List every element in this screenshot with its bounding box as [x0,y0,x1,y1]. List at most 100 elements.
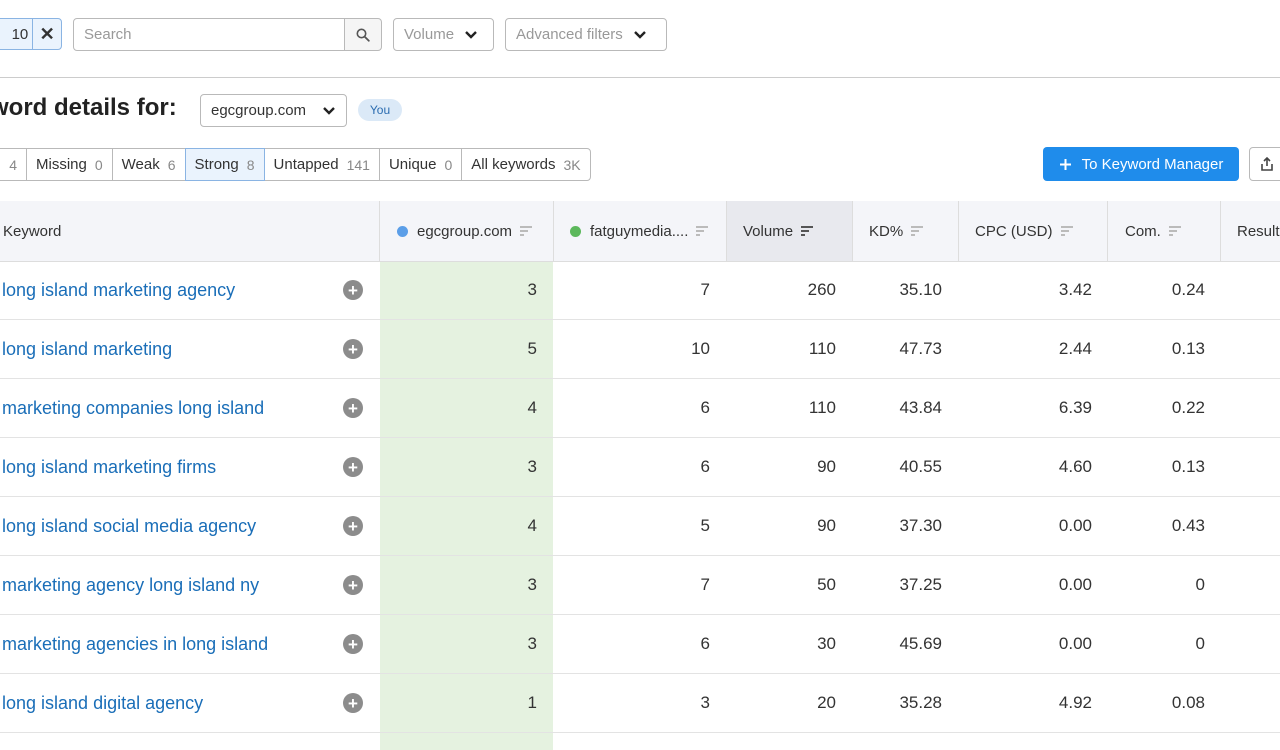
fatguy-position: 7 [700,575,710,594]
volume-value: 50 [817,575,836,594]
table-header: Keyword egcgroup.com fatguymedia.... Vol… [0,201,1280,262]
kd-value: 40.55 [899,457,942,476]
search-input[interactable]: Search [73,18,345,51]
tab-untapped[interactable]: Untapped 141 [263,148,380,181]
column-results[interactable]: Result [1220,201,1280,261]
advanced-filters-dropdown[interactable]: Advanced filters [505,18,667,51]
com-value: 0.13 [1171,457,1205,476]
column-com[interactable]: Com. [1107,201,1221,261]
tab-label: Strong [194,156,239,173]
tab-strong[interactable]: Strong 8 [184,148,265,181]
cpc-value: 6.39 [1058,398,1092,417]
you-badge: You [358,99,402,121]
sort-icon [520,226,533,236]
column-label: Keyword [3,222,62,240]
cpc-value: 4.92 [1058,693,1092,712]
tab-unique[interactable]: Unique 0 [378,148,463,181]
tab-count: 0 [444,156,453,173]
column-cpc[interactable]: CPC (USD) [958,201,1108,261]
add-keyword-icon[interactable]: + [343,280,363,300]
egc-position: 4 [527,516,537,535]
volume-dropdown-label: Volume [404,26,455,43]
sort-icon [911,226,924,236]
column-label: Result [1237,222,1280,240]
advanced-filters-label: Advanced filters [516,26,623,43]
fatguy-position: 3 [700,693,710,712]
keyword-link[interactable]: marketing agencies in long island [2,615,268,673]
column-keyword: Keyword [3,201,379,261]
sort-icon [1060,226,1073,236]
table-row: marketing companies long island + 4 6 11… [0,379,1280,438]
keyword-link[interactable]: long island marketing firms [2,438,216,496]
column-fatguy[interactable]: fatguymedia.... [553,201,727,261]
close-icon[interactable]: ✕ [32,19,61,49]
com-value: 0 [1195,634,1205,653]
column-volume[interactable]: Volume [726,201,853,261]
cpc-value: 4.60 [1058,457,1092,476]
egc-position: 3 [527,634,537,653]
com-value: 0.43 [1171,516,1205,535]
table-row: long island digital agency + 1 3 20 35.2… [0,674,1280,733]
egc-position: 3 [527,457,537,476]
kd-value: 45.69 [899,634,942,653]
cpc-value: 0.00 [1058,575,1092,594]
chevron-down-icon [633,30,646,39]
volume-dropdown[interactable]: Volume [393,18,494,51]
column-label: KD% [869,222,904,240]
tab-weak[interactable]: Weak 6 [111,148,186,181]
keyword-link[interactable]: long island marketing [2,320,172,378]
filter-chip[interactable]: 10 ✕ [0,18,62,50]
table-row: long island marketing + 5 10 110 47.73 2… [0,320,1280,379]
keyword-link[interactable]: long island marketing agency [2,261,235,319]
column-label: Com. [1125,222,1161,240]
egc-position: 3 [527,280,537,299]
tab-all-keywords[interactable]: All keywords 3K [461,148,591,181]
kd-value: 35.28 [899,693,942,712]
add-keyword-icon[interactable]: + [343,634,363,654]
add-keyword-icon[interactable]: + [343,693,363,713]
chevron-down-icon [323,106,335,115]
column-label: CPC (USD) [975,222,1053,240]
table-row: long island social media agency + 4 5 90… [0,497,1280,556]
tab-label: Missing [36,156,87,173]
egc-position: 4 [527,398,537,417]
kd-value: 47.73 [899,339,942,358]
to-keyword-manager-button[interactable]: To Keyword Manager [1043,147,1239,181]
egc-position: 5 [527,339,537,358]
search-button[interactable] [344,18,382,51]
com-value: 0.13 [1171,339,1205,358]
add-keyword-icon[interactable]: + [343,398,363,418]
keyword-link[interactable]: long island digital agency [2,674,203,732]
tab-missing[interactable]: Missing 0 [26,148,113,181]
volume-value: 110 [808,339,836,358]
keyword-link[interactable]: marketing companies long island [2,379,264,437]
tab-shared[interactable]: 4 [0,148,27,181]
sort-icon [696,226,709,236]
fatguy-position: 6 [700,398,710,417]
keyword-link[interactable]: marketing agency long island ny [2,556,259,614]
column-kd[interactable]: KD% [852,201,959,261]
volume-value: 90 [817,516,836,535]
add-keyword-icon[interactable]: + [343,339,363,359]
volume-value: 110 [808,398,836,417]
tab-count: 4 [9,156,17,173]
chevron-down-icon [465,30,477,39]
tab-count: 3K [563,156,581,173]
add-keyword-icon[interactable]: + [343,457,363,477]
com-value: 0.22 [1171,398,1205,417]
domain-dropdown[interactable]: egcgroup.com [200,94,347,127]
com-value: 0 [1195,575,1205,594]
table-row: long island marketing firms + 3 6 90 40.… [0,438,1280,497]
tab-count: 141 [346,156,370,173]
fatguy-position: 7 [700,280,710,299]
domain-dropdown-label: egcgroup.com [211,102,307,119]
tab-count: 0 [94,156,103,173]
column-egc[interactable]: egcgroup.com [379,201,554,261]
keyword-link[interactable]: long island social media agency [2,497,256,555]
volume-value: 260 [807,280,836,299]
export-button[interactable] [1249,147,1280,181]
cpc-value: 0.00 [1058,516,1092,535]
tab-label: Unique [388,156,437,173]
add-keyword-icon[interactable]: + [343,575,363,595]
add-keyword-icon[interactable]: + [343,516,363,536]
